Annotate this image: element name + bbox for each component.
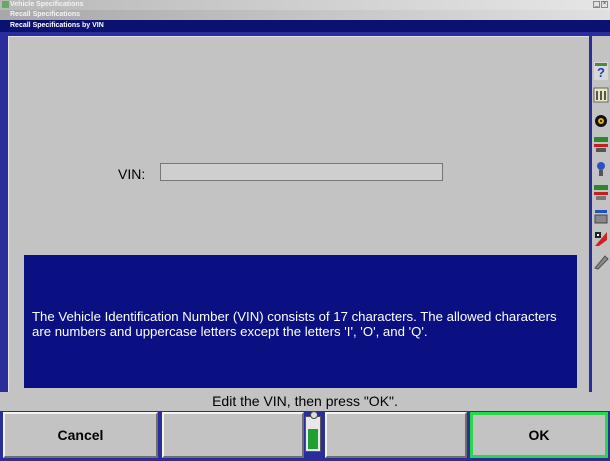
minimize-icon[interactable]: _ [593,1,600,8]
toe-adjust-icon[interactable] [593,136,609,154]
magnifier-icon [310,411,318,419]
close-icon[interactable]: × [601,1,608,8]
subtitle: Recall Specifications [10,11,81,18]
cancel-button[interactable]: Cancel [3,412,158,458]
svg-text:?: ? [597,65,605,80]
window-controls: _ × [593,1,608,8]
dialog-title: Recall Specifications by VIN [10,22,104,29]
racing-flag-icon[interactable] [593,230,609,248]
indicator-fill [308,429,318,449]
subtitle-bar: Recall Specifications [0,10,610,20]
info-text: The Vehicle Identification Number (VIN) … [32,309,557,339]
function-button-2[interactable] [162,412,304,458]
vin-label: VIN: [118,166,146,182]
vin-input[interactable] [160,163,443,181]
dialog-title-bar: Recall Specifications by VIN [0,20,610,32]
wheel-icon[interactable] [593,112,609,130]
specs-binder-icon[interactable] [593,86,609,104]
info-box: The Vehicle Identification Number (VIN) … [24,255,577,388]
vehicle-icon[interactable] [593,208,609,226]
tool-icon[interactable] [593,252,609,270]
camber-icon[interactable] [593,160,609,178]
right-toolbar: ? [592,36,610,392]
app-title-bar: Vehicle Specifications _ × [0,0,610,10]
function-button-3[interactable] [325,412,467,458]
status-message: Edit the VIN, then press "OK". [0,392,610,411]
app-title: Vehicle Specifications [10,1,84,8]
app-icon [2,1,9,8]
caster-icon[interactable] [593,184,609,202]
level-indicator [305,411,321,452]
ok-button[interactable]: OK [470,412,608,458]
help-icon[interactable]: ? [593,62,609,80]
